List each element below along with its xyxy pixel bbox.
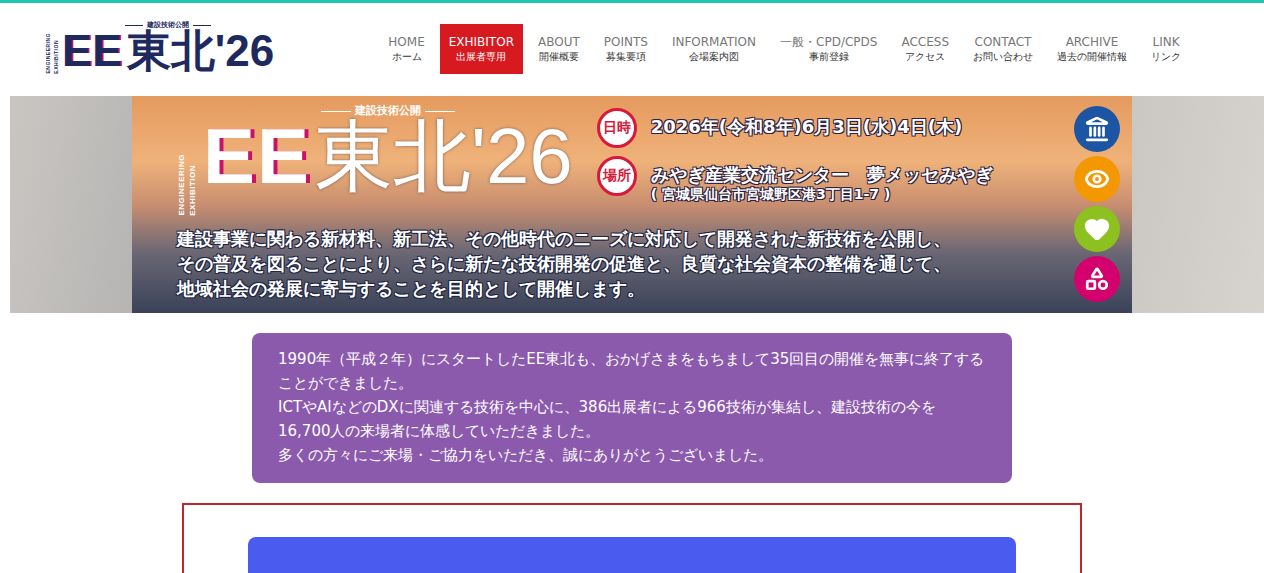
theme-badge [1074,206,1120,252]
heart-icon [1084,216,1110,242]
date-badge: 日時 [597,108,637,148]
logo-mark: EE [62,29,123,73]
logo-vertical-label: ENGINEERING [177,154,186,216]
event-venue: みやぎ産業交流センター 夢メッセみやぎ [651,164,993,186]
nav-item[interactable]: POINTS募集要項 [595,24,657,74]
closing-notice: 1990年（平成２年）にスタートしたEE東北も、おかげさまをもちまして35回目の… [252,333,1012,483]
nav-item[interactable]: INFORMATION会場案内図 [663,24,765,74]
nav-item[interactable]: ABOUT開催概要 [529,24,589,74]
theme-badge [1074,256,1120,302]
nav-item[interactable]: ACCESSアクセス [892,24,958,74]
logo-mark: EE [203,117,311,195]
main-nav: HOMEホームEXHIBITOR出展者専用ABOUT開催概要POINTS募集要項… [379,24,1190,74]
landmark-icon [1084,116,1110,142]
logo-name: 東北'26 [127,29,274,73]
event-description: 建設事業に関わる新材料、新工法、その他時代のニーズに対応して開発された新技術を公… [177,216,1062,302]
info-frame [182,503,1082,573]
nav-item[interactable]: 一般・CPD/CPDS事前登録 [771,24,886,74]
nav-item[interactable]: HOMEホーム [379,24,433,74]
info-header-bar [248,537,1016,573]
logo-vertical-label: EXHIBITION [188,165,197,216]
nav-item[interactable]: CONTACTお問い合わせ [964,24,1042,74]
logo-tagline: 建設技術公開 [121,21,215,29]
logo-vertical-label: ENGINEERING [45,33,51,74]
event-info: 日時 2026年(令和8年)6月3日(水)4日(木) 場所みやぎ産業交流センター 夢… [597,104,993,216]
nav-item[interactable]: LINKリンク [1142,24,1190,74]
site-logo[interactable]: ENGINEERINGEXHIBITION 建設技術公開EE東北'26 [45,21,274,73]
site-header: ENGINEERINGEXHIBITION 建設技術公開EE東北'26 HOMEホー… [0,3,1264,96]
theme-badge [1074,156,1120,202]
nav-item[interactable]: EXHIBITOR出展者専用 [440,24,523,74]
place-badge: 場所 [597,156,637,196]
logo-tagline: 建設技術公開 [317,104,459,117]
shapes-icon [1084,266,1110,292]
page: ENGINEERINGEXHIBITION建設技術公開EE東北'26HOMEホー… [0,0,1264,573]
logo-vertical-label: EXHIBITION [53,40,59,74]
theme-badge [1074,106,1120,152]
nav-item[interactable]: ARCHIVE過去の開催情報 [1048,24,1136,74]
theme-icons [1062,96,1132,313]
event-date: 2026年(令和8年)6月3日(水)4日(木) [651,116,963,138]
logo-name: 東北'26 [315,117,573,195]
hero-banner: ENGINEERINGEXHIBITION 建設技術公開 EE東北'26 日時 2026… [132,96,1132,313]
hero-band: ENGINEERINGEXHIBITION 建設技術公開 EE東北'26 日時 2026… [10,96,1264,313]
event-address: ( 宮城県仙台市宮城野区港3丁目1-7 ) [651,186,993,203]
banner-logo: ENGINEERINGEXHIBITION 建設技術公開 EE東北'26 [177,104,573,216]
eye-icon [1084,166,1110,192]
top-accent-bar [0,0,1264,3]
